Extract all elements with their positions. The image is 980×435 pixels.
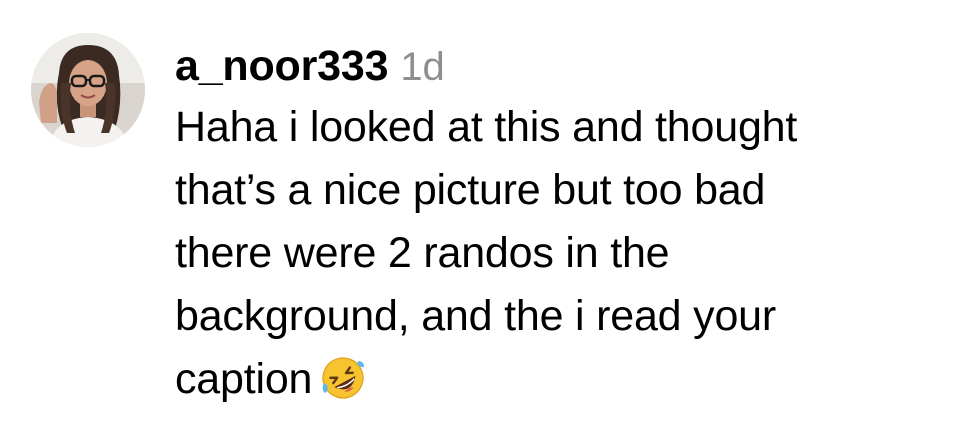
comment-line: that’s a nice picture but too bad bbox=[175, 166, 766, 214]
comment-line-last: caption bbox=[175, 348, 965, 411]
timestamp: 1d bbox=[400, 45, 445, 89]
avatar[interactable] bbox=[31, 33, 145, 147]
comment-text: Haha i looked at this and thought that’s… bbox=[175, 96, 965, 411]
comment-header: a_noor333 1d bbox=[175, 36, 965, 96]
comment-line: Haha i looked at this and thought bbox=[175, 103, 798, 151]
username-link[interactable]: a_noor333 bbox=[175, 42, 389, 90]
comment: a_noor333 1d Haha i looked at this and th… bbox=[0, 0, 980, 435]
rolling-on-floor-laughing-icon bbox=[322, 357, 365, 399]
comment-line: there were 2 randos in the bbox=[175, 229, 670, 277]
comment-content: a_noor333 1d Haha i looked at this and th… bbox=[175, 36, 965, 411]
avatar-photo bbox=[31, 33, 145, 147]
comment-line: background, and the i read your bbox=[175, 292, 776, 340]
comment-line-text: caption bbox=[175, 355, 313, 403]
